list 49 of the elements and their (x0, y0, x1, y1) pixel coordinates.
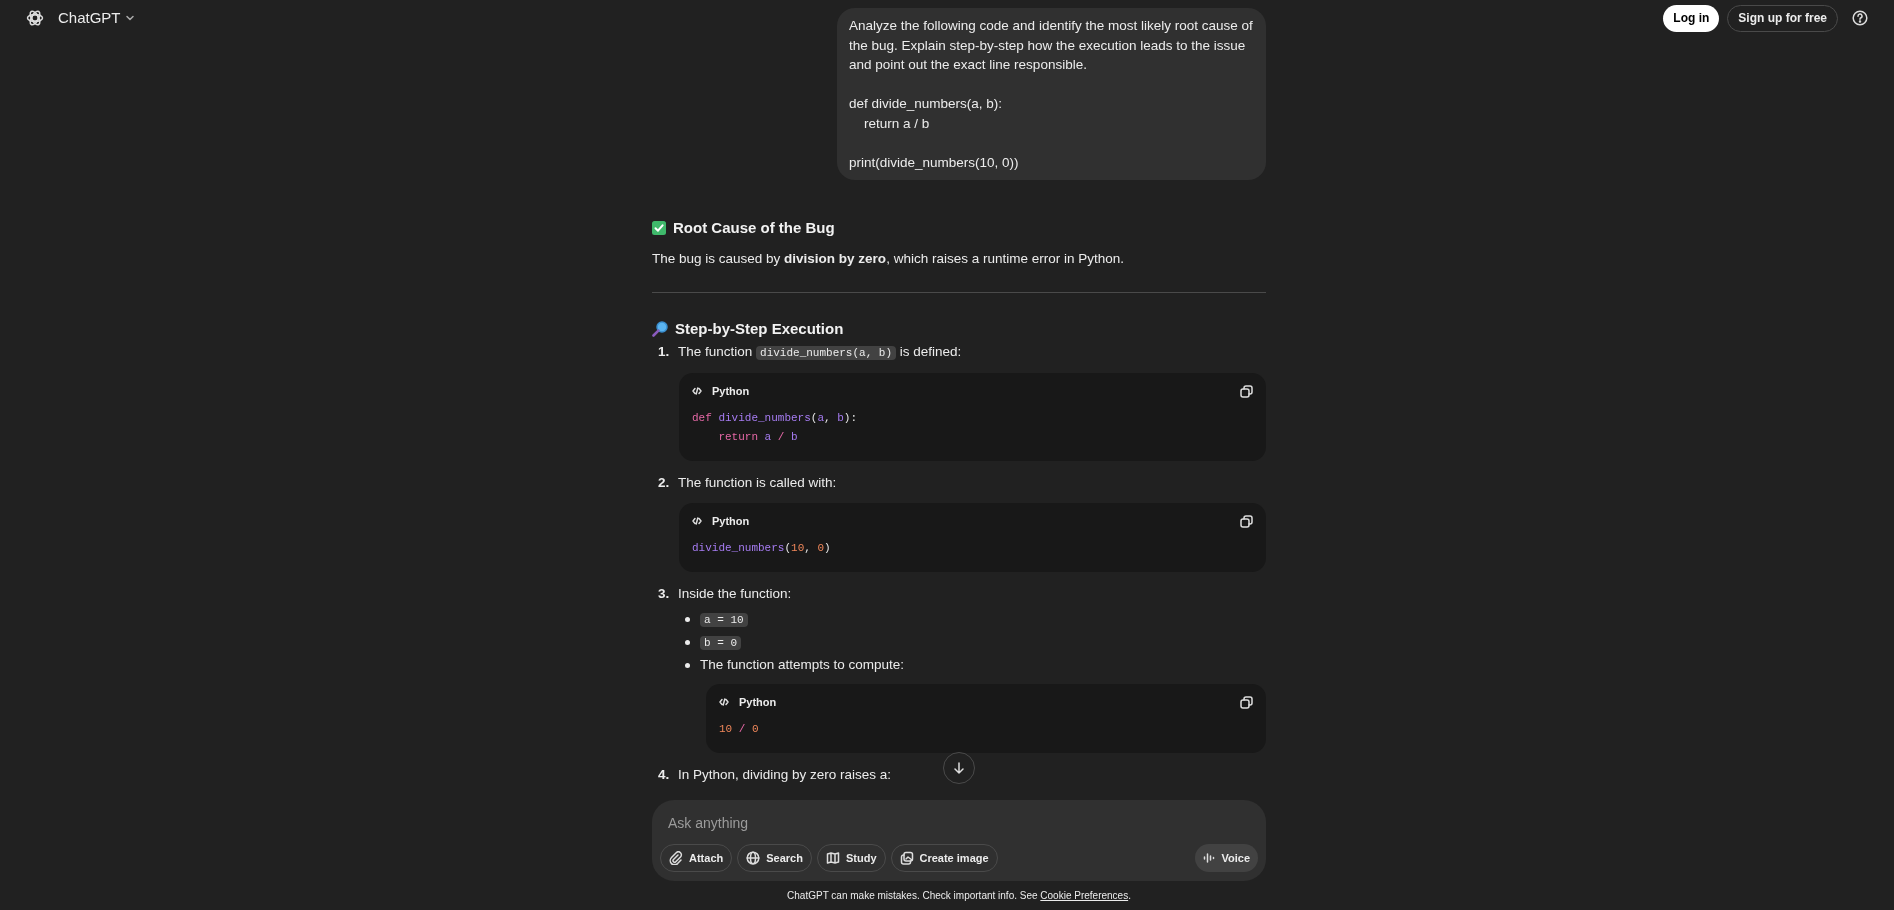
globe-icon (746, 851, 761, 865)
message-input[interactable]: Ask anything (660, 808, 1258, 838)
code-icon (692, 387, 702, 395)
message-text: print(divide_numbers(10, 0)) (849, 153, 1020, 172)
inline-code: a = 10 (700, 613, 748, 627)
scroll-down-button[interactable] (943, 752, 975, 784)
footer-text: ChatGPT can make mistakes. Check important info. See Cookie Preferences. (786, 889, 1132, 903)
arrow-down-icon (953, 762, 965, 774)
check-icon (652, 221, 666, 236)
code-line: 10 / 0 (719, 722, 759, 737)
inline-code: b = 0 (700, 636, 741, 650)
code-line: def divide_numbers(a, b): (692, 411, 858, 426)
body-text: The bug is caused by division by zero, which raises a runtime error in Python. (652, 249, 1125, 268)
images-icon (899, 851, 914, 865)
copy-icon[interactable] (1240, 514, 1253, 528)
section-heading: Root Cause of the Bug (673, 218, 835, 238)
language-label: Python (712, 513, 750, 529)
copy-icon[interactable] (1240, 384, 1253, 398)
copy-icon[interactable] (1240, 695, 1253, 709)
paperclip-icon (669, 851, 683, 865)
section-heading: Step-by-Step Execution (675, 318, 844, 339)
step-number: 1. (657, 343, 671, 361)
step-text: The function attempts to compute: (700, 656, 905, 674)
chevron-down-icon (124, 13, 135, 23)
language-label: Python (739, 694, 777, 710)
inline-code: divide_numbers(a, b) (756, 346, 897, 360)
voice-button[interactable]: Voice (1195, 844, 1258, 872)
code-icon (692, 517, 702, 525)
message-composer[interactable]: Ask anything Attach Search Study Create image Voice (652, 800, 1266, 881)
step-number: 3. (657, 585, 671, 603)
login-button[interactable]: Log in (1663, 4, 1720, 32)
magnifier-icon (652, 320, 668, 337)
message-text: def divide_numbers(a, b): return a / b (849, 95, 1004, 133)
code-line: return a / b (718, 430, 798, 445)
code-icon (719, 698, 729, 706)
code-line: divide_numbers(10, 0) (692, 541, 831, 556)
help-icon[interactable] (1852, 10, 1868, 26)
step-text: In Python, dividing by zero raises a: (678, 766, 892, 784)
book-icon (825, 851, 840, 865)
logo-icon[interactable] (26, 9, 44, 27)
step-text: Inside the function: (678, 585, 792, 603)
step-number: 2. (657, 474, 671, 492)
step-text: The function divide_numbers(a, b) is defined: (678, 343, 962, 362)
step-text: The function is called with: (678, 474, 837, 492)
step-number: 4. (657, 766, 671, 784)
model-selector[interactable]: ChatGPT (58, 6, 135, 30)
message-text: Analyze the following code and identify the most likely root cause of the bug. Explain step-by-step how the execution leads to the issue and point out the exact line responsible. (849, 17, 1254, 74)
waveform-icon (1203, 852, 1216, 864)
language-label: Python (712, 383, 750, 399)
